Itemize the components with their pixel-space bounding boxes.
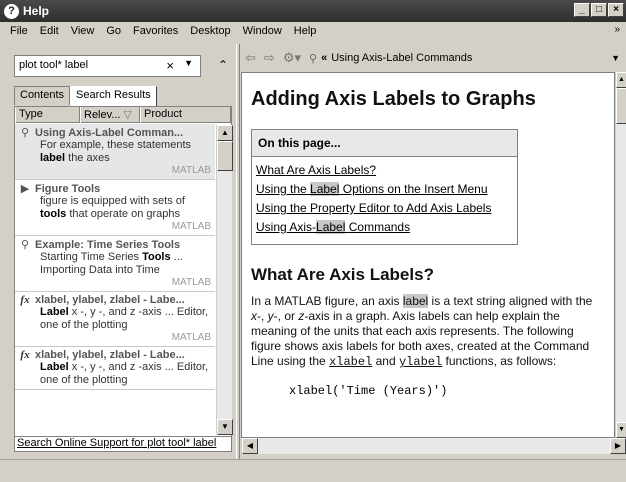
result-snippet: Label x -, y -, and z -axis ... Editor, … [40, 306, 209, 331]
page-type-icon: ⚲ [309, 52, 318, 65]
results-list: ⚲ Using Axis-Label Comman... For example,… [15, 124, 215, 450]
status-bar [0, 459, 626, 482]
result-product: MATLAB [171, 221, 211, 232]
result-snippet: figure is equipped with sets of tools th… [40, 195, 185, 220]
result-item[interactable]: ⚲ Using Axis-Label Comman... For example,… [15, 124, 215, 180]
gear-icon[interactable]: ⚙▾ [283, 50, 301, 66]
back-arrow-icon[interactable]: ⇦ [245, 50, 256, 66]
xlabel-function-link[interactable]: xlabel [329, 355, 372, 369]
column-type[interactable]: Type [15, 107, 80, 123]
help-icon: ⚲ [20, 127, 30, 139]
menu-view[interactable]: View [65, 25, 101, 37]
window-controls: _ □ × [574, 3, 624, 17]
breadcrumb[interactable]: Using Axis-Label Commands [331, 52, 472, 64]
breadcrumb-dropdown-icon[interactable]: ▼ [611, 53, 620, 63]
result-item[interactable]: fx xlabel, ylabel, zlabel - Labe... Label… [15, 292, 215, 347]
result-item[interactable]: ▶ Figure Tools figure is equipped with se… [15, 180, 215, 236]
scroll-left-icon[interactable]: ◀ [242, 438, 258, 454]
menu-file[interactable]: File [4, 25, 34, 37]
on-this-page-heading: On this page... [252, 130, 517, 157]
menu-window[interactable]: Window [237, 25, 288, 37]
maximize-button[interactable]: □ [591, 3, 607, 17]
help-browser-toolbar: ⇦ ⇨ ⚙▾ ⚲ « Using Axis-Label Commands ▼ [241, 46, 626, 70]
result-item[interactable]: ⚲ Example: Time Series Tools Starting Tim… [15, 236, 215, 292]
code-example: xlabel('Time (Years)') [289, 384, 448, 398]
scroll-right-icon[interactable]: ▶ [610, 438, 626, 454]
menu-favorites[interactable]: Favorites [127, 25, 184, 37]
menu-help[interactable]: Help [288, 25, 323, 37]
section-heading: What Are Axis Labels? [251, 265, 434, 284]
window-title: Help [23, 4, 50, 18]
result-title: xlabel, ylabel, zlabel - Labe... [35, 349, 185, 361]
result-snippet: Label x -, y -, and z -axis ... Editor, … [40, 361, 209, 386]
minimize-button[interactable]: _ [574, 3, 590, 17]
ylabel-function-link[interactable]: ylabel [399, 355, 442, 369]
link-label-options-insert-menu[interactable]: Using the Label Options on the Insert Me… [256, 182, 513, 196]
close-button[interactable]: × [608, 3, 624, 17]
clear-search-icon[interactable]: × [166, 59, 174, 73]
results-scrollbar[interactable]: ▲ ▼ [216, 125, 233, 435]
pane-splitter[interactable] [236, 44, 240, 459]
search-online-support-link[interactable]: Search Online Support for plot tool* lab… [14, 436, 232, 452]
scroll-down-icon[interactable]: ▼ [616, 422, 626, 438]
menu-bar: File Edit View Go Favorites Desktop Wind… [0, 22, 626, 40]
search-history-dropdown-icon[interactable]: ▼ [184, 58, 193, 68]
help-window: ? Help _ □ × File Edit View Go Favorites… [0, 0, 626, 482]
breadcrumb-back-icon[interactable]: « [321, 52, 327, 64]
scroll-thumb[interactable] [217, 141, 233, 171]
link-what-are-axis-labels[interactable]: What Are Axis Labels? [256, 163, 513, 177]
help-icon: ⚲ [20, 239, 30, 251]
help-content: Adding Axis Labels to Graphs On this pag… [241, 72, 615, 438]
content-vertical-scrollbar[interactable]: ▲ ▼ [615, 72, 626, 438]
search-bar: plot tool* label × ▼ ⌃ [14, 55, 232, 77]
sort-descending-icon: ▽ [123, 109, 133, 121]
scroll-up-icon[interactable]: ▲ [217, 125, 233, 141]
help-app-icon: ? [4, 3, 19, 19]
menu-overflow-icon[interactable]: » [614, 24, 620, 35]
results-column-header: Type Relev... ▽ Product [15, 107, 231, 123]
result-title: Example: Time Series Tools [35, 238, 181, 251]
menu-edit[interactable]: Edit [34, 25, 65, 37]
help-navigator: plot tool* label × ▼ ⌃ Contents Search R… [14, 53, 233, 454]
page-icon: ▶ [20, 183, 30, 195]
result-item[interactable]: fx xlabel, ylabel, zlabel - Labe... Label… [15, 347, 215, 390]
forward-arrow-icon[interactable]: ⇨ [264, 50, 275, 66]
title-bar: ? Help _ □ × [0, 0, 626, 22]
function-icon: fx [20, 294, 30, 306]
on-this-page-box: On this page... What Are Axis Labels? Us… [251, 129, 518, 245]
column-relevance[interactable]: Relev... ▽ [80, 107, 140, 123]
search-input-value: plot tool* label [19, 59, 89, 71]
content-horizontal-scrollbar[interactable]: ◀ ▶ [241, 438, 626, 454]
on-this-page-links: What Are Axis Labels? Using the Label Op… [252, 157, 517, 244]
scroll-up-icon[interactable]: ▲ [616, 72, 626, 88]
column-relevance-label: Relev... [84, 109, 121, 121]
menu-go[interactable]: Go [100, 25, 127, 37]
scroll-down-icon[interactable]: ▼ [217, 419, 233, 435]
column-product[interactable]: Product [140, 107, 231, 123]
result-product: MATLAB [171, 277, 211, 288]
navigator-tabs: Contents Search Results [14, 86, 157, 106]
result-title: xlabel, ylabel, zlabel - Labe... [35, 294, 185, 306]
menu-desktop[interactable]: Desktop [184, 25, 236, 37]
result-title: Using Axis-Label Comman... [35, 126, 184, 139]
result-product: MATLAB [171, 165, 211, 176]
tab-contents[interactable]: Contents [14, 86, 71, 105]
scroll-thumb[interactable] [616, 88, 626, 124]
result-snippet: Starting Time Series Tools ... Importing… [40, 251, 183, 276]
link-property-editor[interactable]: Using the Property Editor to Add Axis La… [256, 201, 513, 215]
search-results-panel: Type Relev... ▽ Product ⚲ Using Axis-Labe… [14, 106, 232, 451]
result-snippet: For example, these statements label the … [40, 139, 192, 164]
page-title: Adding Axis Labels to Graphs [251, 88, 536, 110]
function-icon: fx [20, 349, 30, 361]
link-axis-label-commands[interactable]: Using Axis-Label Commands [256, 220, 513, 234]
tab-search-results[interactable]: Search Results [70, 86, 157, 106]
search-input[interactable]: plot tool* label × ▼ [14, 55, 201, 77]
collapse-search-icon[interactable]: ⌃ [218, 58, 228, 72]
body-paragraph: In a MATLAB figure, an axis label is a t… [251, 294, 593, 369]
result-product: MATLAB [171, 332, 211, 343]
result-title: Figure Tools [35, 182, 101, 195]
